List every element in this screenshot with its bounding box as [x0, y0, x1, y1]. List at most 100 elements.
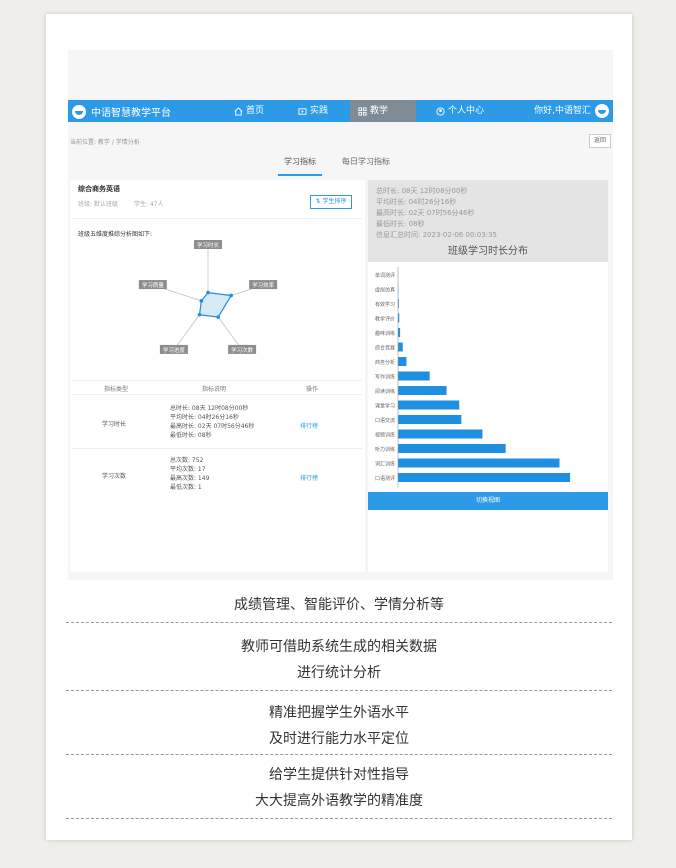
summary-line: 总时长: 08天 12时08分00秒	[376, 187, 468, 195]
bar	[398, 444, 506, 453]
caption-2-line-1: 教师可借助系统生成的相关数据	[241, 639, 437, 655]
summary-line: 最高时长: 02天 07时56分46秒	[376, 209, 475, 217]
divider	[72, 218, 362, 219]
detail-line: 最高时长: 02天 07时56分46秒	[170, 423, 255, 430]
bar	[398, 429, 483, 439]
student-sort-button[interactable]: ⇅ 学生排序	[310, 195, 352, 209]
category-label: 听力训练	[375, 446, 395, 453]
ranking-link[interactable]: 排行榜	[300, 421, 318, 430]
chart-title: 班级学习时长分布	[448, 246, 528, 257]
dashed-divider	[66, 690, 612, 691]
category-label: 综合竞赛	[375, 345, 395, 352]
radar-label-text: 学习时长	[197, 241, 220, 249]
bar	[398, 415, 462, 424]
detail-line: 最低时长: 08秒	[170, 432, 212, 439]
radar-axis-label: 学习时长	[194, 240, 222, 249]
summary-line: 平均时长: 04时26分16秒	[376, 198, 457, 206]
back-button[interactable]: 返回	[589, 134, 611, 148]
category-label: 课堂学习	[375, 403, 395, 410]
sort-icon: ⇅	[315, 198, 321, 205]
nav-label: 教学	[370, 106, 389, 116]
tab-learning-metrics[interactable]: 学习指标	[278, 156, 322, 176]
detail-line: 最高次数: 149	[170, 475, 210, 482]
category-label: 有效学习	[375, 301, 395, 308]
caption-3-line-1: 精准把握学生外语水平	[269, 705, 409, 721]
row-details: 总时长: 08天 12时08分00秒 平均时长: 04时26分16秒 最高时长:…	[170, 404, 254, 440]
bar	[398, 371, 430, 381]
right-panel: 总时长: 08天 12时08分00秒 平均时长: 04时26分16秒 最高时长:…	[368, 180, 608, 572]
radar-point	[206, 290, 210, 295]
sort-label: 学生排序	[322, 198, 347, 205]
row-details: 总次数: 752 平均次数: 17 最高次数: 149 最低次数: 1	[170, 456, 209, 492]
brand-name: 中语智慧教学平台	[91, 108, 171, 119]
detail-line: 总时长: 08天 12时08分00秒	[170, 405, 249, 412]
detail-line: 平均次数: 17	[170, 466, 206, 473]
column-header-desc: 指标说明	[202, 386, 227, 393]
category-label: 口语测评	[375, 475, 395, 482]
dashed-divider	[66, 754, 612, 755]
tab-daily-metrics[interactable]: 每日学习指标	[336, 156, 396, 176]
radar-axis-label: 学习效率	[249, 280, 278, 290]
platform-screenshot: 中语智慧教学平台 首页 实践 教学 个人中心 你好,中语智汇 当前位置: 教学 …	[68, 50, 613, 580]
course-meta: 班级: 默认班级 学生: 47人	[78, 199, 164, 208]
radar-label-text: 学习效率	[252, 281, 275, 289]
radar-point	[216, 315, 221, 319]
radar-axis-label: 学习进度	[159, 344, 188, 354]
divider	[72, 380, 362, 381]
nav-item-practice[interactable]: 实践	[290, 100, 336, 122]
brand[interactable]: 中语智慧教学平台	[72, 104, 171, 119]
bar	[398, 357, 407, 366]
caption-3-line-2: 及时进行能力水平定位	[269, 731, 409, 747]
greeting[interactable]: 你好,中语智汇	[534, 100, 591, 122]
course-title: 综合商务英语	[78, 185, 120, 193]
bar	[398, 458, 560, 468]
nav-item-personal-center[interactable]: 个人中心	[428, 100, 492, 122]
nav-item-teaching[interactable]: 教学	[350, 100, 416, 122]
category-label: 虚拟仿真	[375, 287, 395, 294]
bar	[398, 400, 460, 410]
students-label: 学生: 47人	[133, 201, 164, 208]
ranking-link[interactable]: 排行榜	[300, 473, 318, 482]
nav-item-home[interactable]: 首页	[226, 100, 272, 122]
divider	[72, 394, 362, 395]
class-label: 班级: 默认班级	[78, 201, 118, 208]
category-label: 口语交流	[375, 417, 395, 424]
radar-axis-label: 学习次数	[228, 344, 257, 354]
user-icon	[436, 106, 445, 116]
nav-label: 首页	[246, 106, 265, 116]
left-panel: 综合商务英语 班级: 默认班级 学生: 47人 ⇅ 学生排序 班级五维度推综分析…	[70, 180, 365, 572]
category-label: 教学评价	[375, 316, 395, 323]
bar	[398, 328, 401, 337]
switch-view-button[interactable]: 切换视图	[368, 492, 608, 510]
summary-line: 最低时长: 08秒	[376, 220, 425, 228]
bar	[398, 473, 571, 482]
caption-4-line-2: 大大提高外语教学的精准度	[255, 793, 423, 809]
category-label: 商务分析	[375, 359, 395, 366]
column-header-type: 指标类型	[104, 386, 129, 393]
caption-1: 成绩管理、智能评价、学情分析等	[234, 597, 444, 613]
radar-axis-label: 学习质量	[138, 280, 167, 290]
dashed-divider	[66, 818, 612, 819]
radar-label-text: 学习次数	[231, 346, 254, 354]
breadcrumb: 当前位置: 教学 / 学情分析	[70, 139, 140, 146]
category-labels: 口语测评 词汇训练 听力训练 视频训练 口语交流 课堂学习 阅读训练 写作训练 商务分析 综合竞赛…	[375, 272, 395, 482]
radar-label-text: 学习质量	[142, 281, 165, 289]
row-type: 学习时长	[102, 421, 127, 428]
nav-label: 实践	[310, 106, 329, 116]
content-card: 中语智慧教学平台 首页 实践 教学 个人中心 你好,中语智汇 当前位置: 教学 …	[46, 14, 632, 840]
category-label: 趣味训练	[375, 330, 395, 337]
radar-label-text: 学习进度	[163, 346, 186, 354]
nav-label: 个人中心	[448, 106, 485, 116]
category-label: 视频训练	[375, 432, 395, 439]
row-type: 学习次数	[102, 473, 127, 480]
radar-point	[199, 299, 204, 303]
top-navigation-bar: 中语智慧教学平台 首页 实践 教学 个人中心 你好,中语智汇	[68, 100, 613, 122]
radar-area	[198, 291, 233, 318]
home-icon	[234, 106, 243, 116]
duration-bar-chart: 口语测评 词汇训练 听力训练 视频训练 口语交流 课堂学习 阅读训练 写作训练 商务分析 综合竞赛…	[375, 267, 571, 488]
user-avatar-icon[interactable]	[595, 104, 609, 118]
bar	[398, 386, 447, 395]
video-icon	[298, 107, 307, 115]
detail-line: 平均时长: 04时26分16秒	[170, 414, 239, 421]
caption-2-line-2: 进行统计分析	[297, 665, 381, 681]
